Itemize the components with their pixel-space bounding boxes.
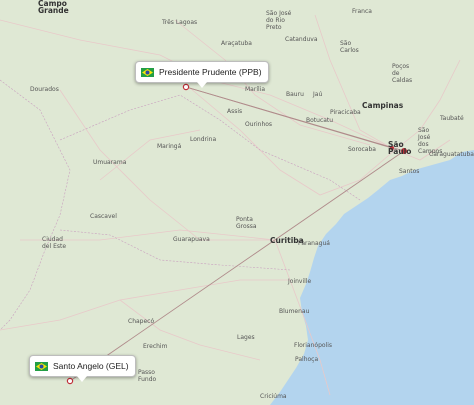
city-label-sao-jose-do-rio-preto: São José do Rio Preto (266, 10, 292, 31)
city-label-criciuma: Criciúma (260, 393, 287, 400)
city-label-campo-grande: Campo Grande (38, 0, 69, 15)
city-label-piracicaba: Piracicaba (330, 109, 361, 116)
city-label-caraguatatuba: Caraguatatuba (429, 151, 474, 158)
destination-airport-label: Santo Angelo (GEL) (53, 361, 129, 371)
airport-gel-marker (66, 377, 74, 385)
airport-ppb-marker (182, 83, 190, 91)
origin-airport-label: Presidente Prudente (PPB) (159, 67, 262, 77)
city-label-bauru: Bauru (286, 91, 304, 98)
brazil-flag-icon (35, 361, 48, 371)
city-label-joinville: Joinville (288, 278, 312, 285)
city-label-lages: Lages (237, 334, 255, 341)
city-label-erechim: Erechim (143, 343, 168, 350)
city-label-paranagua: Paranaguá (298, 240, 330, 247)
city-label-tres-lagoas: Três Lagoas (162, 19, 198, 26)
origin-airport-callout[interactable]: Presidente Prudente (PPB) (135, 61, 269, 88)
city-label-umuarama: Umuarama (93, 159, 127, 166)
city-label-dourados: Dourados (30, 86, 59, 93)
city-label-ourinhos: Ourinhos (245, 121, 273, 128)
city-label-taubate: Taubaté (440, 115, 464, 122)
city-label-ponta-grossa: Ponta Grossa (236, 216, 257, 230)
city-label-franca: Franca (352, 8, 372, 15)
city-label-campinas: Campinas (362, 101, 404, 110)
city-label-maringa: Maringá (157, 143, 182, 150)
city-label-ciudad-del-este: Ciudad del Este (42, 236, 67, 250)
city-label-cascavel: Cascavel (90, 213, 117, 220)
city-label-sao-carlos: São Carlos (340, 40, 359, 54)
city-label-guarapuava: Guarapuava (173, 236, 210, 243)
city-label-chapeco: Chapecó (128, 318, 155, 325)
city-label-palhoca: Palhoça (295, 356, 319, 363)
city-label-aracatuba: Araçatuba (221, 40, 252, 47)
city-label-botucatu: Botucatu (306, 117, 334, 124)
city-label-jau: Jaú (313, 91, 323, 98)
city-label-santos: Santos (399, 168, 420, 175)
destination-airport-callout[interactable]: Santo Angelo (GEL) (29, 355, 136, 382)
brazil-flag-icon (141, 67, 154, 77)
city-label-londrina: Londrina (190, 136, 217, 143)
city-label-marilia: Marília (245, 86, 265, 93)
city-label-florianopolis: Florianópolis (294, 342, 333, 349)
city-label-assis: Assis (227, 108, 243, 115)
city-label-blumenau: Blumenau (279, 308, 310, 315)
city-label-sao-paulo: São Paulo (388, 140, 412, 156)
map-canvas[interactable]: Campo Grande Três Lagoas São José do Rio Pret… (0, 0, 474, 405)
city-label-sorocaba: Sorocaba (348, 146, 376, 153)
city-label-pocos-de-caldas: Poços de Caldas (392, 63, 413, 84)
city-label-catanduva: Catanduva (285, 36, 318, 43)
city-label-passo-fundo: Passo Fundo (138, 369, 157, 383)
